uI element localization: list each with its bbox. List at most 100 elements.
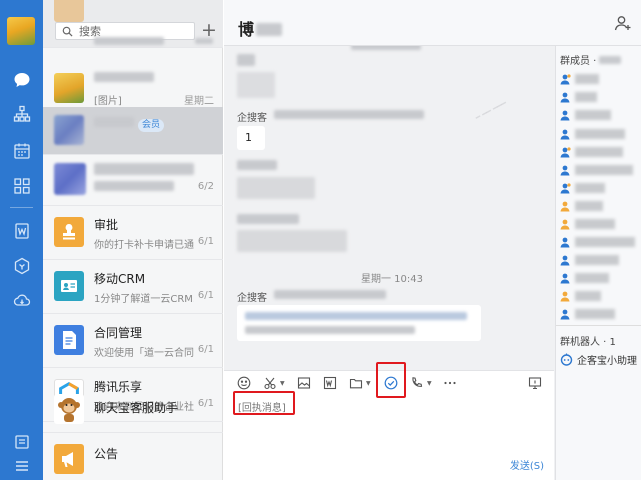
user-avatar[interactable]: [7, 17, 35, 45]
phone-caret-icon[interactable]: ▼: [427, 380, 432, 387]
menu-icon[interactable]: [0, 453, 43, 479]
message-bubble[interactable]: [237, 305, 481, 341]
member-row[interactable]: [559, 143, 641, 161]
list-item-selected[interactable]: 会员: [43, 107, 223, 155]
list-item-subtitle: [图片]: [94, 96, 122, 107]
blurred-title: [94, 117, 134, 127]
member-row[interactable]: [559, 269, 641, 287]
list-item-date: 6/1: [197, 236, 214, 247]
user-icon: [560, 237, 570, 248]
message-board-icon[interactable]: [0, 429, 43, 455]
member-badge: 会员: [138, 119, 165, 132]
blurred-subtitle: [94, 181, 174, 191]
list-item[interactable]: 合同管理 欢迎使用「道一云合同... 6/1: [43, 314, 223, 368]
calendar-icon[interactable]: [0, 138, 43, 164]
folder-icon[interactable]: [347, 374, 365, 392]
phone-icon[interactable]: [408, 374, 426, 392]
message-bubble[interactable]: 1: [237, 126, 265, 150]
blurred-subtitle: [94, 37, 164, 45]
conversation-avatar: [54, 115, 84, 145]
robot-row[interactable]: 企客宝小助理: [560, 352, 637, 367]
member-row[interactable]: [559, 179, 641, 197]
member-row[interactable]: [559, 161, 641, 179]
monkey-avatar: [54, 394, 84, 424]
user-icon: [560, 110, 570, 121]
crm-icon: [54, 271, 84, 301]
user-icon: [560, 165, 570, 176]
folder-caret-icon[interactable]: ▼: [366, 380, 371, 387]
blurred-bubble: [237, 177, 315, 199]
member-row[interactable]: [559, 287, 641, 305]
members-title: 群成员 ·: [560, 52, 622, 67]
scissors-icon[interactable]: [261, 374, 279, 392]
blurred-timestamp: [351, 46, 421, 50]
user-icon: [560, 273, 570, 284]
doc-icon[interactable]: [0, 218, 43, 244]
send-button[interactable]: 发送(S): [510, 457, 544, 472]
user-orange-icon: [560, 219, 570, 230]
conversation-list-panel: 搜索 + [图片] 星期二 会员 6/2 审批 你的打卡补卡申请已通过 6/1 …: [43, 0, 223, 480]
highlight-receipt-tag: [233, 391, 295, 415]
more-icon[interactable]: [441, 374, 459, 392]
left-rail: [0, 0, 43, 480]
blurred-bubble: [237, 72, 275, 98]
scissors-caret-icon[interactable]: ▼: [280, 380, 285, 387]
list-item-subtitle: 1分钟了解道一云CRM...: [94, 294, 194, 305]
user-icon: [560, 92, 570, 103]
list-item-title: 合同管理: [94, 326, 143, 340]
member-row[interactable]: [559, 125, 641, 143]
list-item-date: 6/1: [197, 290, 214, 301]
user-icon: [560, 129, 570, 140]
image-icon[interactable]: [295, 374, 313, 392]
robot-name: 企客宝小助理: [577, 356, 637, 367]
member-row[interactable]: [559, 233, 641, 251]
list-item[interactable]: 聊天宝客服助手: [43, 379, 223, 433]
member-row[interactable]: [559, 251, 641, 269]
member-row[interactable]: [559, 305, 641, 323]
chat-icon[interactable]: [0, 67, 43, 93]
wecom-window: 搜索 + [图片] 星期二 会员 6/2 审批 你的打卡补卡申请已通过 6/1 …: [0, 0, 641, 480]
list-item[interactable]: 审批 你的打卡补卡申请已通过 6/1: [43, 206, 223, 260]
member-row[interactable]: [559, 215, 641, 233]
blurred-sender-detail: [274, 290, 386, 299]
apps-icon[interactable]: [0, 173, 43, 199]
user-icon: [560, 255, 570, 266]
conversation-avatar: [54, 163, 86, 195]
member-row[interactable]: [559, 197, 641, 215]
cloud-icon[interactable]: [0, 287, 43, 313]
robot-icon: [560, 353, 573, 366]
blurred-bubble: [237, 230, 347, 252]
member-row[interactable]: [559, 88, 641, 106]
list-item-date: 6/1: [197, 344, 214, 355]
member-divider: [556, 325, 641, 326]
org-icon[interactable]: [0, 101, 43, 127]
contract-icon: [54, 325, 84, 355]
list-item-title: 公告: [94, 447, 119, 461]
blurred-title: [94, 72, 154, 82]
user-orange-icon: [560, 201, 570, 212]
list-item-subtitle: 你的打卡补卡申请已通过: [94, 240, 194, 251]
emoji-icon[interactable]: [235, 374, 253, 392]
list-item[interactable]: [43, 0, 223, 48]
user-icon: [560, 309, 570, 320]
announcement-icon: [54, 444, 84, 474]
conversation-avatar: [54, 73, 84, 103]
chat-title: 博: [238, 16, 283, 40]
list-item[interactable]: 公告: [43, 433, 223, 480]
add-member-icon[interactable]: [614, 14, 632, 32]
admin-user-icon: [560, 147, 571, 158]
member-row[interactable]: [559, 70, 641, 88]
blurred-sender: [237, 160, 277, 170]
list-item[interactable]: 6/2: [43, 155, 223, 206]
screen-share-icon[interactable]: [526, 374, 544, 392]
list-item-title: 聊天宝客服助手: [94, 401, 179, 415]
rail-divider: [10, 207, 33, 208]
word-icon[interactable]: [321, 374, 339, 392]
list-item[interactable]: 移动CRM 1分钟了解道一云CRM... 6/1: [43, 260, 223, 314]
chat-header: 博: [224, 0, 641, 46]
approval-icon: [54, 217, 84, 247]
message-timestamp: 星期一 10:43: [361, 274, 423, 285]
member-row[interactable]: [559, 106, 641, 124]
cube-icon[interactable]: [0, 253, 43, 279]
admin-user-icon: [560, 183, 571, 194]
